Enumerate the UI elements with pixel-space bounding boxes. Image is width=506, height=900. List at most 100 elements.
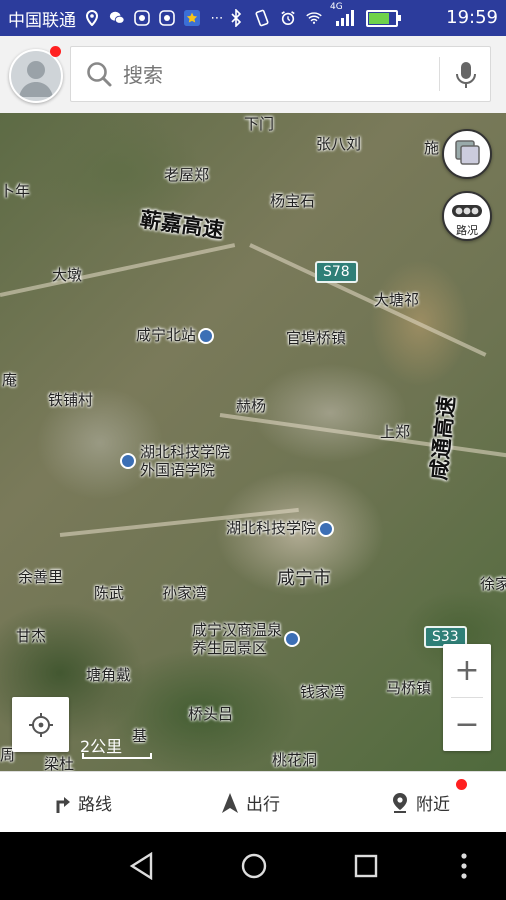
- bluetooth-icon: [228, 9, 244, 27]
- system-status-icons: 4G: [228, 0, 401, 36]
- signal-icon: 4G: [330, 2, 356, 26]
- overflow-menu-button[interactable]: [448, 850, 480, 882]
- map-layers-button[interactable]: [442, 129, 492, 179]
- highway-label: 蕲嘉高速: [138, 207, 226, 243]
- home-icon: [241, 853, 267, 879]
- poi-name: 湖北科技学院: [140, 443, 231, 461]
- home-button[interactable]: [238, 850, 270, 882]
- locate-me-button[interactable]: [12, 697, 69, 752]
- system-nav-bar: [0, 832, 506, 900]
- recents-button[interactable]: [350, 850, 382, 882]
- poi-label[interactable]: 湖北科技学院 外国语学院: [118, 443, 230, 479]
- station-label[interactable]: 咸宁北站: [136, 324, 215, 345]
- more-vert-icon: [461, 853, 467, 879]
- poi-label[interactable]: 湖北科技学院: [226, 517, 335, 538]
- bottom-nav: 路线 出行 附近: [0, 771, 506, 833]
- battery-icon: [366, 9, 401, 27]
- road: [249, 243, 487, 357]
- poi-name: 外国语学院: [140, 461, 216, 479]
- search-header: [0, 36, 506, 113]
- nearby-tab[interactable]: 附近: [390, 772, 450, 833]
- travel-tab[interactable]: 出行: [220, 772, 280, 833]
- map-label: 卜年: [0, 182, 31, 200]
- route-tab[interactable]: 路线: [52, 772, 112, 833]
- map-label: 孙家湾: [162, 584, 208, 602]
- route-icon: [56, 796, 70, 813]
- poi-label[interactable]: 咸宁汉商温泉 养生园景区: [192, 621, 301, 657]
- user-icon: [19, 61, 53, 97]
- clock: 19:59: [446, 7, 498, 28]
- status-bar: 中国联通 ⋯ 4G 19:59: [0, 0, 506, 36]
- map-label: 甘杰: [16, 627, 47, 645]
- map-label: 下门: [244, 115, 275, 133]
- app-notification-icon: [134, 10, 150, 26]
- map-label: 杨宝石: [270, 192, 316, 210]
- wechat-icon: [109, 10, 125, 26]
- vibrate-icon: [254, 9, 270, 27]
- school-icon: [120, 453, 136, 469]
- microphone-icon[interactable]: [453, 61, 479, 89]
- satellite-map[interactable]: 下门 张八刘 施 老屋郑 杨宝石 卜年 蕲嘉高速 大墩 S78 大塘祁 咸宁北站…: [0, 113, 506, 771]
- map-label: 基: [132, 727, 148, 745]
- back-icon: [129, 852, 153, 880]
- map-label: 张八刘: [316, 135, 362, 153]
- map-label: 钱家湾: [300, 683, 346, 701]
- nearby-label: 附近: [416, 795, 450, 815]
- notification-dot: [50, 46, 61, 57]
- notification-dot: [456, 779, 467, 790]
- travel-label: 出行: [246, 795, 280, 815]
- zoom-in-button[interactable]: +: [443, 644, 491, 697]
- route-label: 路线: [78, 795, 112, 815]
- school-icon: [318, 520, 335, 537]
- divider: [439, 57, 440, 91]
- map-label: 桃花洞: [272, 751, 318, 769]
- map-label: 梁杜: [44, 755, 75, 771]
- traffic-button[interactable]: 路况: [442, 191, 492, 241]
- map-label: 徐家: [480, 575, 506, 593]
- map-label: 余善里: [18, 568, 64, 586]
- map-label: 施: [424, 139, 440, 157]
- road: [0, 243, 236, 297]
- alarm-icon: [280, 10, 296, 26]
- map-label: 大墩: [52, 266, 83, 284]
- network-type-label: 4G: [330, 2, 343, 12]
- road: [219, 413, 506, 458]
- scale-bar: [82, 753, 152, 759]
- map-label: 马桥镇: [386, 679, 432, 697]
- highway-label: 咸通高速: [426, 395, 460, 482]
- layers-icon: [455, 140, 480, 165]
- star-app-icon: [184, 10, 200, 26]
- app-notification-icon: [159, 10, 175, 26]
- wifi-icon: [306, 10, 322, 26]
- route-shield: S78: [315, 261, 358, 283]
- scenic-spot-icon: [284, 631, 301, 647]
- map-label: 官埠桥镇: [286, 329, 347, 347]
- zoom-control: + −: [443, 644, 491, 751]
- map-label: 桥头吕: [188, 705, 234, 723]
- zoom-out-button[interactable]: −: [443, 698, 491, 751]
- train-station-icon: [198, 327, 215, 344]
- map-label: 庵: [2, 371, 18, 389]
- location-icon: [84, 10, 100, 26]
- more-notifications-icon: ⋯: [210, 10, 224, 26]
- avatar[interactable]: [9, 49, 63, 103]
- map-label: 铁铺村: [48, 391, 94, 409]
- map-label: 老屋郑: [164, 166, 210, 184]
- search-box[interactable]: [70, 46, 491, 103]
- map-label: 塘角戴: [86, 666, 132, 684]
- traffic-label: 路况: [456, 224, 478, 237]
- search-input[interactable]: [121, 47, 425, 103]
- poi-name: 养生园景区: [192, 639, 268, 657]
- poi-name: 湖北科技学院: [226, 519, 317, 537]
- recents-icon: [354, 854, 378, 878]
- notification-icons: ⋯: [84, 10, 225, 26]
- carrier-label: 中国联通: [8, 10, 76, 31]
- back-button[interactable]: [126, 850, 158, 882]
- city-label: 咸宁市: [277, 568, 331, 589]
- navigation-arrow-icon: [222, 792, 238, 813]
- map-label: 上郑: [380, 423, 411, 441]
- traffic-light-icon: [452, 205, 482, 217]
- crosshair-icon: [28, 712, 53, 737]
- search-icon: [87, 62, 112, 87]
- map-label: 大塘祁: [374, 291, 420, 309]
